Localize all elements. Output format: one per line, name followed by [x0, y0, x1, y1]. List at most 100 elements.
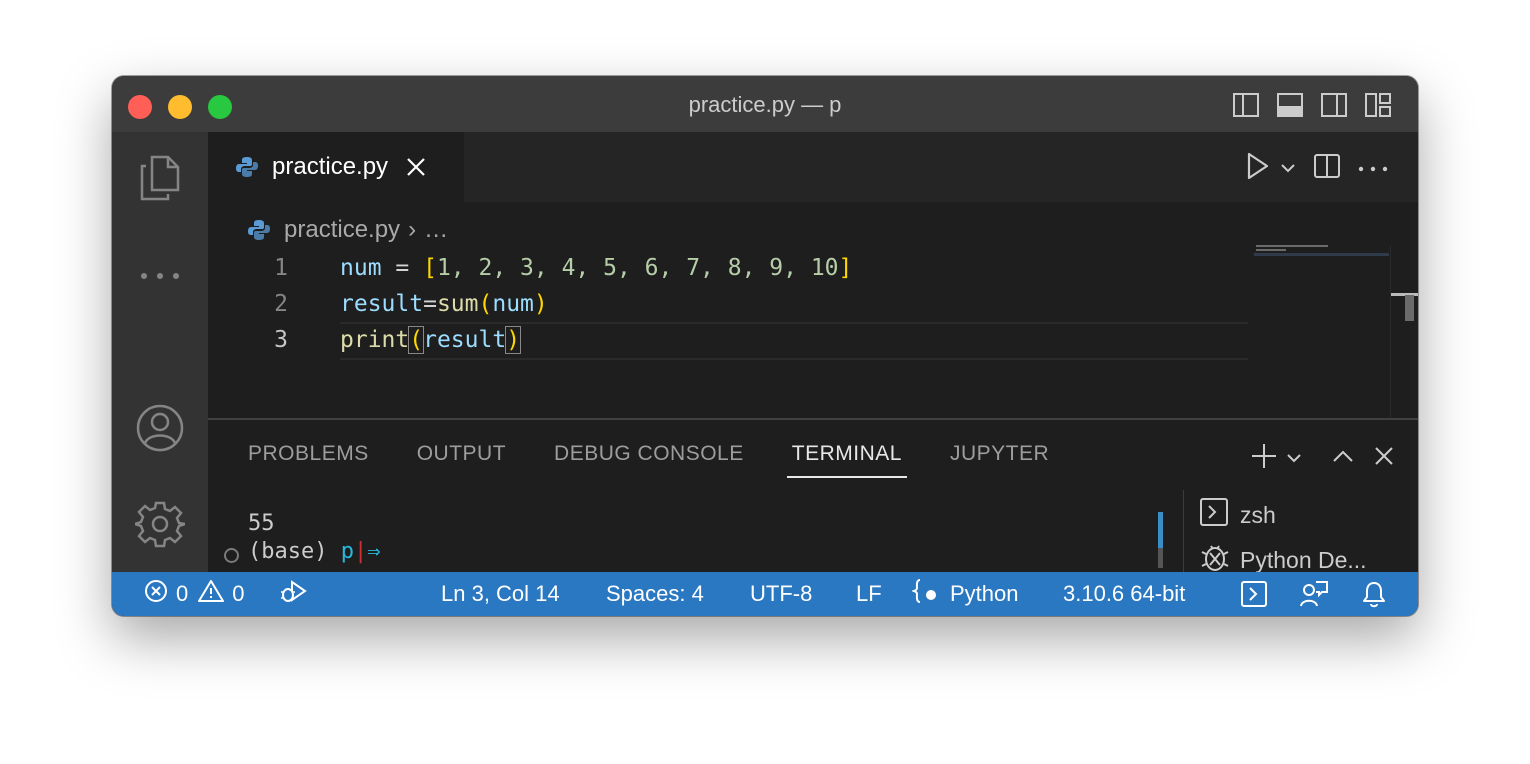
warning-icon [198, 579, 225, 609]
end-of-line[interactable]: LF [856, 572, 882, 616]
close-panel-icon[interactable] [1374, 446, 1394, 471]
minimap-line [1256, 249, 1286, 251]
tab-output[interactable]: OUTPUT [417, 442, 506, 478]
command-decoration-icon[interactable] [224, 548, 239, 563]
tab-debug-console[interactable]: DEBUG CONSOLE [554, 442, 744, 478]
language-label: Python [950, 581, 1019, 606]
activity-bar [112, 132, 208, 572]
scrollbar-thumb[interactable] [1405, 295, 1414, 321]
bell-icon[interactable] [1361, 572, 1387, 616]
debug-status[interactable] [278, 572, 308, 616]
terminal-status-icon[interactable] [1240, 572, 1268, 616]
tab-terminal[interactable]: TERMINAL [786, 442, 907, 478]
status-bar: 0 0 Ln 3, Col 14 Spaces: 4 UTF-8 LF Pyth… [112, 572, 1418, 616]
minimap-current-line [1254, 253, 1389, 256]
vscode-window: practice.py — p practice.py practice.py … [112, 76, 1418, 616]
error-count: 0 [176, 581, 189, 606]
token-op: = [423, 291, 437, 317]
more-views-icon[interactable] [134, 250, 186, 302]
terminal-item-label: zsh [1240, 501, 1276, 528]
minimap-line [1256, 245, 1328, 247]
token-bracket: ] [838, 255, 853, 281]
editor-area: practice.py practice.py › … 1 num = [1, … [208, 132, 1418, 418]
line-number: 3 [274, 327, 288, 353]
tab-jupyter[interactable]: JUPYTER [950, 442, 1049, 478]
token-bracket: ( [408, 326, 425, 354]
code-text: print(result) [340, 322, 522, 358]
explorer-icon[interactable] [134, 152, 186, 204]
line-number: 2 [274, 291, 288, 317]
token-var: result [340, 291, 424, 317]
token-var: result [423, 327, 507, 353]
token-var: num [340, 255, 382, 281]
terminal-list: zsh Python De... [1183, 490, 1418, 576]
accounts-icon[interactable] [134, 402, 186, 454]
language-braces-icon [910, 578, 940, 610]
toggle-panel-icon[interactable] [1276, 91, 1304, 119]
window-title: practice.py — p [688, 92, 842, 117]
token-function: print [340, 327, 410, 353]
new-terminal-icon[interactable] [1250, 442, 1278, 475]
problems-status[interactable]: 0 0 [144, 572, 245, 616]
terminal-scrollbar[interactable] [1158, 512, 1163, 568]
cursor-position[interactable]: Ln 3, Col 14 [441, 572, 560, 616]
breadcrumb-separator: › [408, 216, 417, 243]
terminal-prompt: (base) p|⇒ [248, 538, 380, 566]
gear-icon[interactable] [134, 498, 186, 550]
prompt-separator: | [353, 539, 368, 564]
language-mode[interactable]: Python [910, 572, 1019, 616]
terminal-line: 55 [248, 511, 275, 536]
terminal-icon [1200, 498, 1228, 532]
token-function: sum [436, 291, 479, 317]
code-text: result=sum(num) [340, 286, 548, 322]
prompt-env: (base) [248, 539, 328, 564]
bottom-panel: PROBLEMS OUTPUT DEBUG CONSOLE TERMINAL J… [208, 418, 1418, 576]
python-interpreter[interactable]: 3.10.6 64-bit [1063, 572, 1185, 616]
toggle-primary-sidebar-icon[interactable] [1232, 91, 1260, 119]
customize-layout-icon[interactable] [1364, 91, 1392, 119]
toggle-secondary-sidebar-icon[interactable] [1320, 91, 1348, 119]
token-var: num [492, 291, 534, 317]
encoding[interactable]: UTF-8 [750, 572, 812, 616]
maximize-panel-icon[interactable] [1332, 449, 1354, 468]
panel-tabs: PROBLEMS OUTPUT DEBUG CONSOLE TERMINAL J… [248, 442, 1049, 478]
editor-actions [1246, 152, 1388, 185]
code-line-current[interactable]: 3 print(result) [208, 322, 1348, 360]
editor-scrollbar[interactable] [1390, 245, 1418, 418]
layout-controls [1232, 91, 1392, 119]
token-bracket: [ [423, 255, 437, 281]
debug-run-icon [278, 578, 308, 610]
terminal-item-label: Python De... [1240, 546, 1367, 573]
terminal-item-zsh[interactable]: zsh [1200, 498, 1276, 532]
tab-problems[interactable]: PROBLEMS [248, 442, 369, 478]
code-line[interactable]: 1 num = [1, 2, 3, 4, 5, 6, 7, 8, 9, 10] [208, 250, 1348, 286]
token-numbers: 1, 2, 3, 4, 5, 6, 7, 8, 9, 10 [436, 255, 839, 281]
tab-practice-py[interactable]: practice.py [208, 132, 464, 202]
indentation[interactable]: Spaces: 4 [606, 572, 704, 616]
minimap[interactable] [1254, 245, 1389, 418]
code-text: num = [1, 2, 3, 4, 5, 6, 7, 8, 9, 10] [340, 250, 852, 286]
breadcrumb-file[interactable]: practice.py [284, 216, 400, 244]
code-line[interactable]: 2 result=sum(num) [208, 286, 1348, 322]
token-bracket: ) [533, 291, 548, 317]
scrollbar-thumb[interactable] [1158, 512, 1163, 548]
tab-title: practice.py [272, 153, 389, 180]
run-python-file-icon[interactable] [1246, 152, 1270, 185]
split-editor-icon[interactable] [1314, 153, 1340, 184]
editor-tab-bar: practice.py [208, 132, 1418, 202]
token-bracket: ) [505, 326, 522, 354]
breadcrumb-symbols[interactable]: … [424, 216, 448, 244]
chevron-down-icon[interactable] [1280, 160, 1296, 178]
python-file-icon [236, 156, 258, 178]
close-tab-icon[interactable] [406, 157, 426, 177]
more-actions-icon[interactable] [1358, 160, 1388, 178]
terminal-output[interactable]: 55 (base) p|⇒ [248, 510, 380, 566]
warning-count: 0 [232, 581, 245, 606]
live-share-icon[interactable] [1299, 572, 1329, 616]
token-bracket: ( [478, 291, 493, 317]
title-bar: practice.py — p [112, 76, 1418, 132]
chevron-down-icon[interactable] [1286, 450, 1302, 468]
panel-actions [1250, 442, 1394, 475]
breadcrumb: practice.py › … [248, 210, 448, 250]
prompt-dir: p [340, 539, 354, 564]
